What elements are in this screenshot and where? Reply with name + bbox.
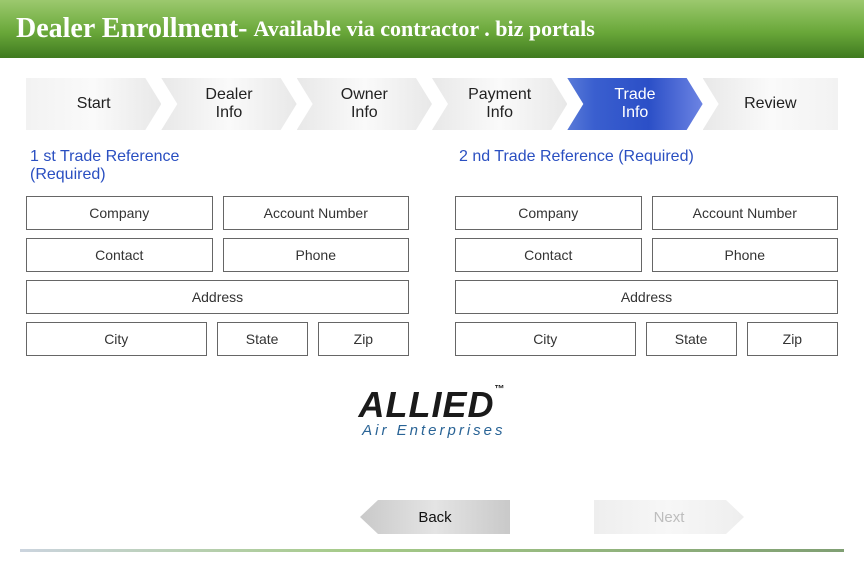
first-reference-title: 1 st Trade Reference (Required) <box>26 148 409 188</box>
step-label: Owner Info <box>341 86 388 123</box>
company-input[interactable]: Company <box>26 196 213 230</box>
contact-input[interactable]: Contact <box>26 238 213 272</box>
second-reference-column: 2 nd Trade Reference (Required) Company … <box>455 148 838 364</box>
city-input[interactable]: City <box>26 322 207 356</box>
header-subtitle: Available via contractor . biz portals <box>253 16 594 42</box>
zip-input[interactable]: Zip <box>318 322 409 356</box>
step-owner-info[interactable]: Owner Info <box>297 78 432 130</box>
account-number-input-2[interactable]: Account Number <box>652 196 839 230</box>
trademark-icon: ™ <box>495 384 506 395</box>
address-input-2[interactable]: Address <box>455 280 838 314</box>
back-button[interactable]: Back <box>360 500 510 534</box>
first-reference-column: 1 st Trade Reference (Required) Company … <box>26 148 409 364</box>
step-review[interactable]: Review <box>703 78 838 130</box>
header-title: Dealer Enrollment- <box>16 13 247 45</box>
contact-input-2[interactable]: Contact <box>455 238 642 272</box>
state-input-2[interactable]: State <box>646 322 737 356</box>
header-bar: Dealer Enrollment- Available via contrac… <box>0 0 864 58</box>
company-input-2[interactable]: Company <box>455 196 642 230</box>
phone-input-2[interactable]: Phone <box>652 238 839 272</box>
phone-input[interactable]: Phone <box>223 238 410 272</box>
address-input[interactable]: Address <box>26 280 409 314</box>
step-label: Trade Info <box>614 86 655 123</box>
step-indicator: Start Dealer Info Owner Info Payment Inf… <box>26 78 838 130</box>
step-trade-info[interactable]: Trade Info <box>567 78 702 130</box>
state-input[interactable]: State <box>217 322 308 356</box>
zip-input-2[interactable]: Zip <box>747 322 838 356</box>
step-payment-info[interactable]: Payment Info <box>432 78 567 130</box>
city-input-2[interactable]: City <box>455 322 636 356</box>
step-label: Start <box>77 95 111 113</box>
account-number-input[interactable]: Account Number <box>223 196 410 230</box>
step-start[interactable]: Start <box>26 78 161 130</box>
footer-divider <box>20 549 844 552</box>
second-reference-title: 2 nd Trade Reference (Required) <box>455 148 838 188</box>
logo: ALLIED™ Air Enterprises <box>0 384 864 440</box>
step-dealer-info[interactable]: Dealer Info <box>161 78 296 130</box>
next-button: Next <box>594 500 744 534</box>
logo-text-top: ALLIED <box>359 384 495 425</box>
step-label: Dealer Info <box>205 86 252 123</box>
step-label: Payment Info <box>468 86 531 123</box>
step-label: Review <box>744 95 796 113</box>
